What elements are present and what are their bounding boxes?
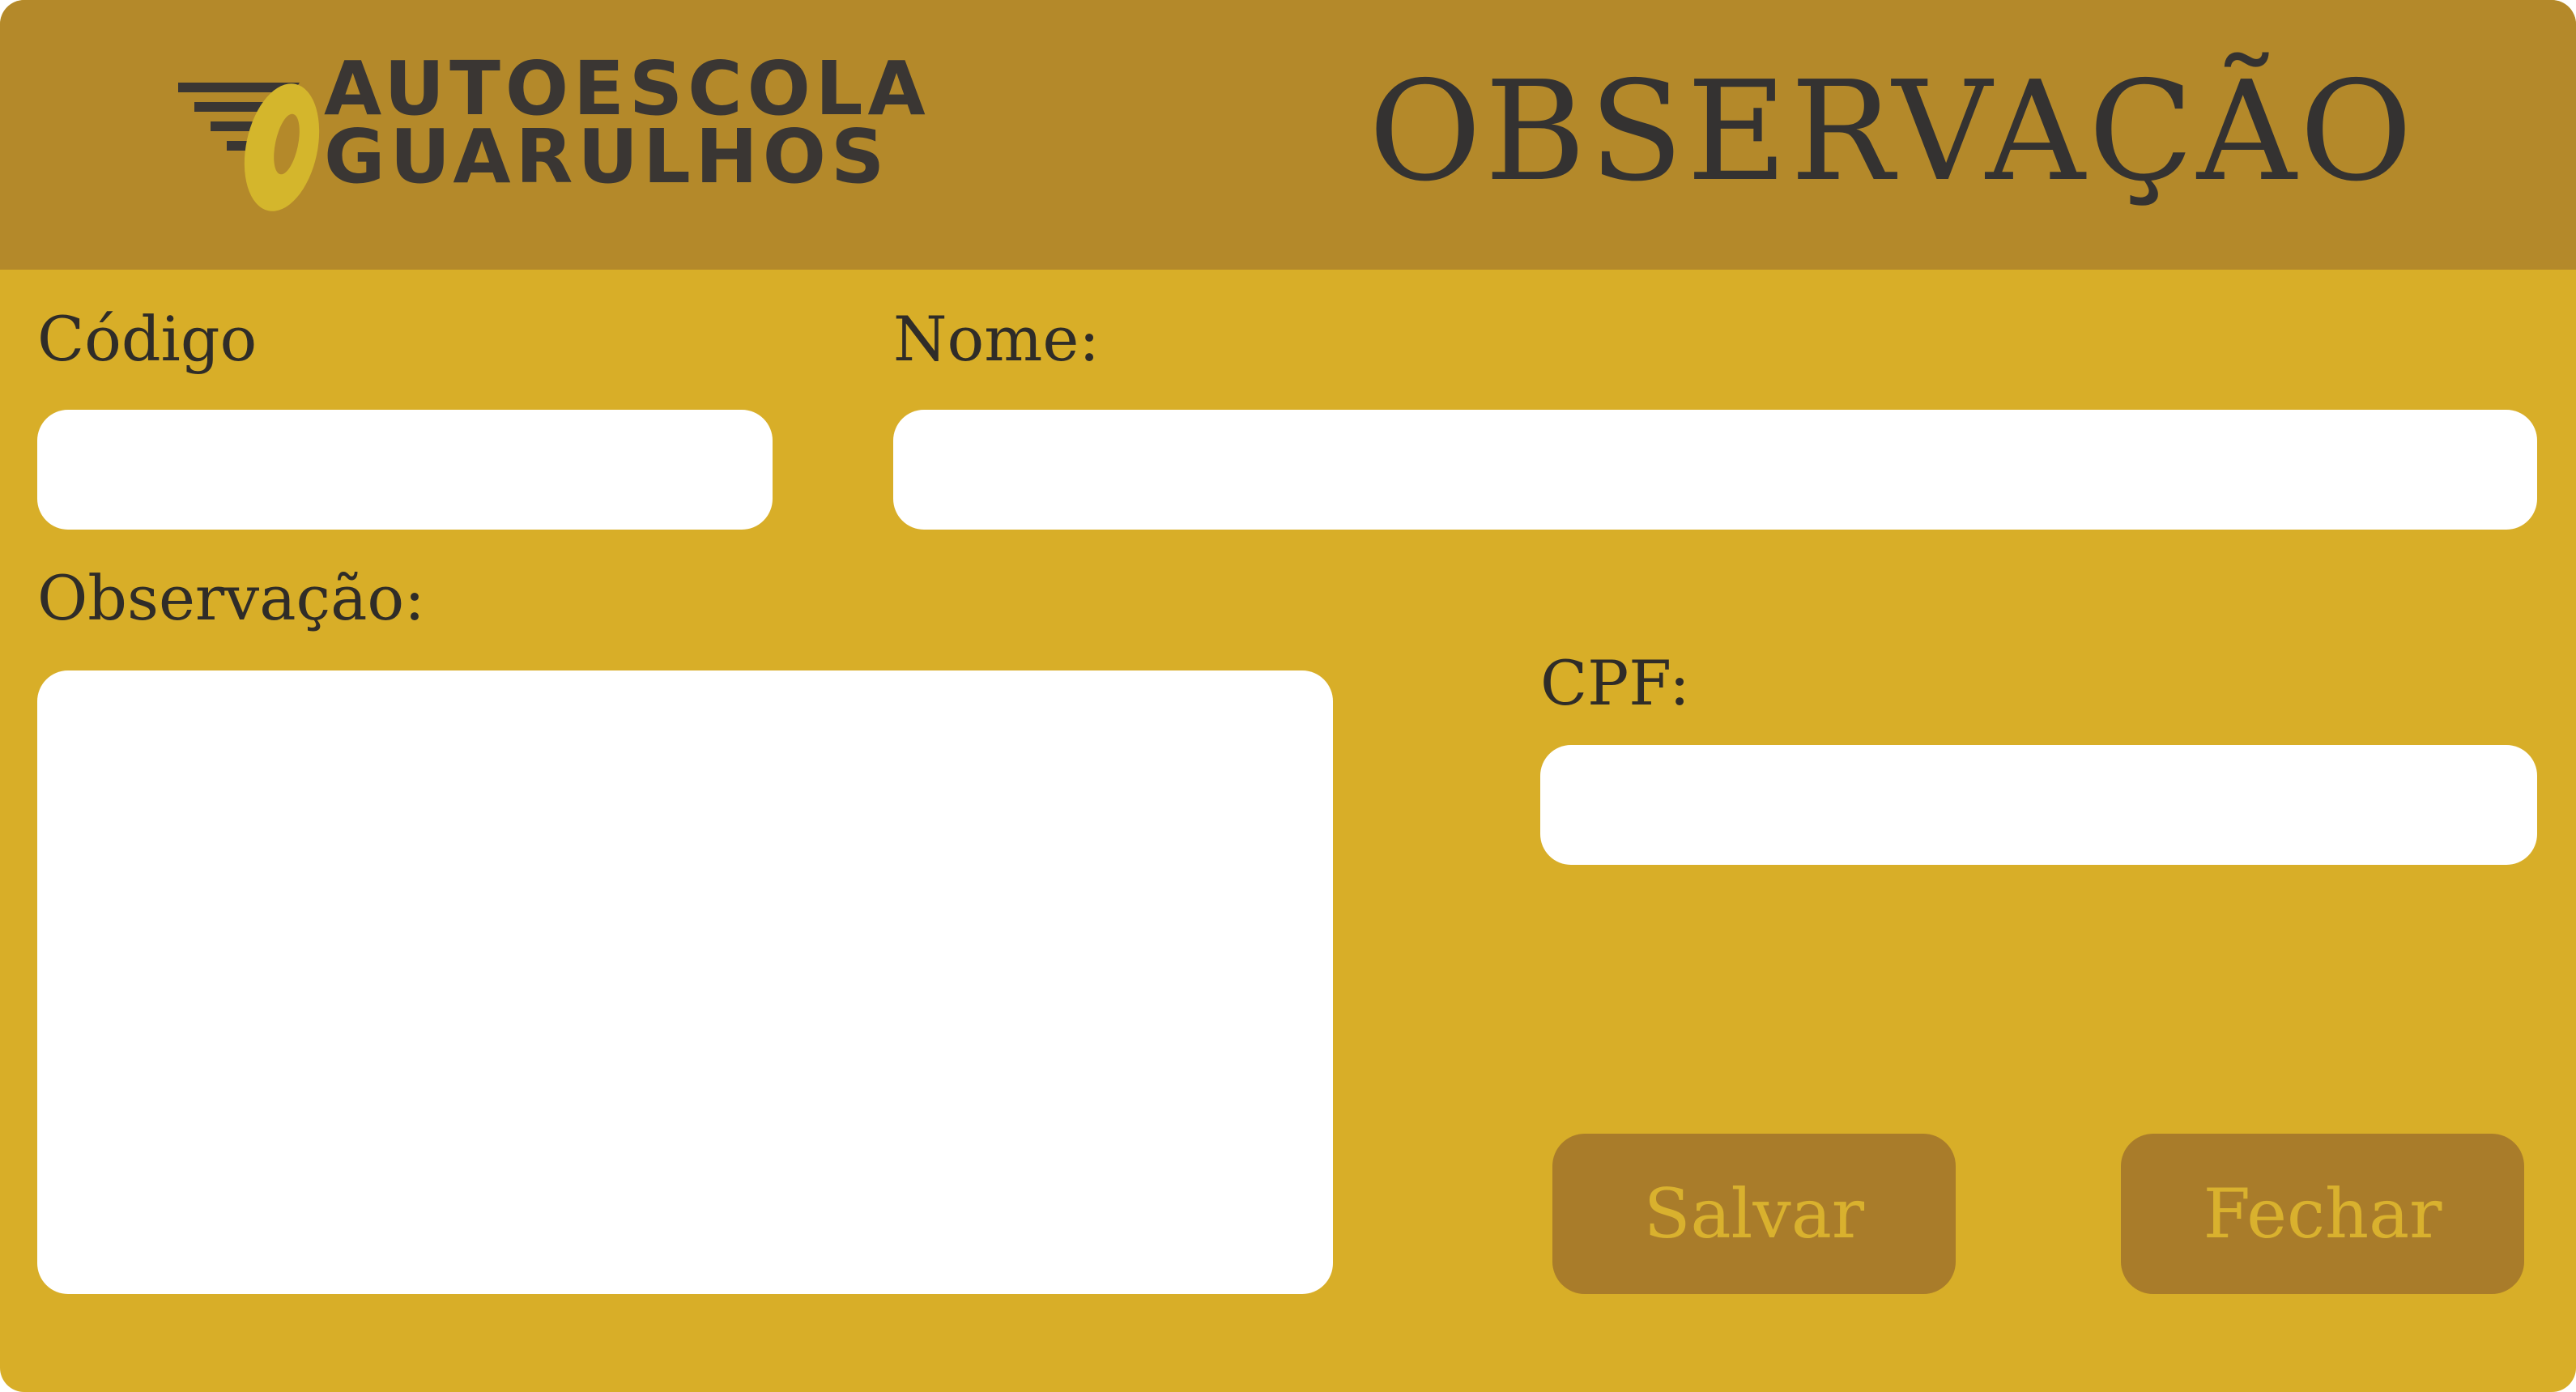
- nome-label: Nome:: [893, 303, 1100, 375]
- close-button[interactable]: Fechar: [2121, 1134, 2524, 1294]
- autoescola-logo: AUTOESCOLA GUARULHOS: [178, 49, 926, 219]
- cpf-field[interactable]: [1540, 745, 2537, 865]
- cpf-label: CPF:: [1540, 647, 1690, 719]
- codigo-field[interactable]: [37, 410, 773, 530]
- codigo-label: Código: [37, 303, 258, 375]
- observacao-textarea[interactable]: [37, 670, 1333, 1294]
- header-bar: AUTOESCOLA GUARULHOS OBSERVAÇÃO: [0, 0, 2576, 270]
- nome-field[interactable]: [893, 410, 2537, 530]
- observacao-label: Observação:: [37, 562, 425, 634]
- observation-window: AUTOESCOLA GUARULHOS OBSERVAÇÃO Código N…: [0, 0, 2576, 1392]
- save-button[interactable]: Salvar: [1552, 1134, 1956, 1294]
- logo-line-2: GUARULHOS: [324, 113, 890, 200]
- page-title: OBSERVAÇÃO: [1369, 52, 2416, 212]
